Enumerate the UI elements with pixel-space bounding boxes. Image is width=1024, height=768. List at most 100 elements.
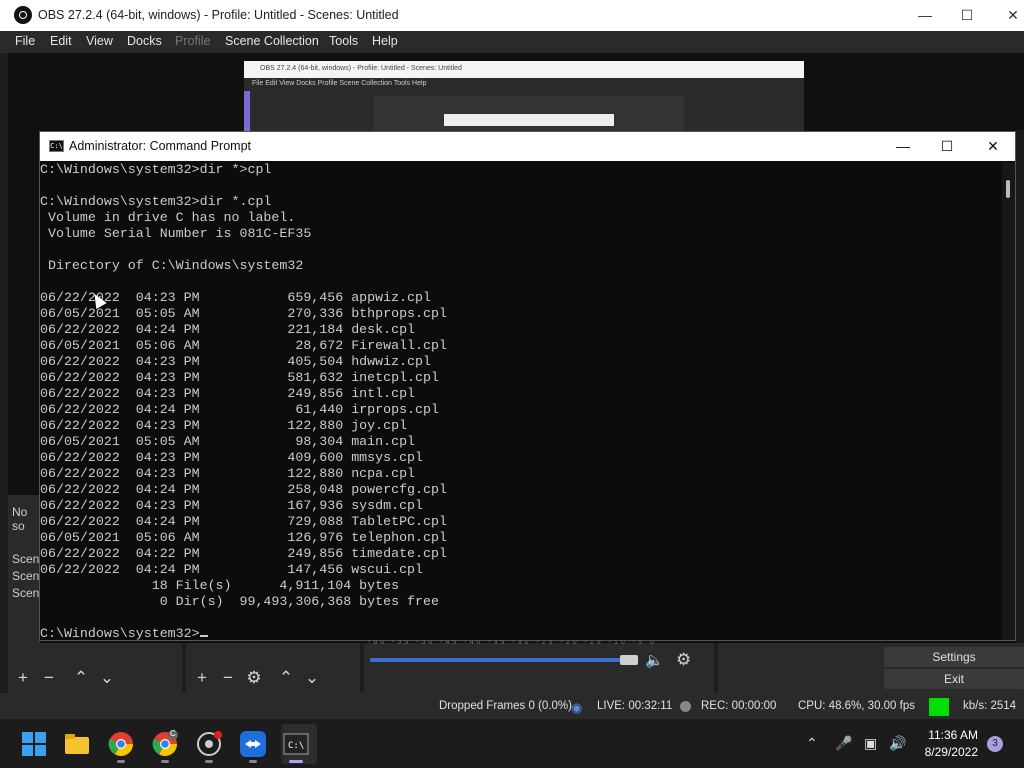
console-line: 06/05/2021 05:05 AM 270,336 bthprops.cpl bbox=[40, 306, 447, 321]
live-timer: LIVE: 00:32:11 bbox=[597, 700, 673, 712]
console-line: 06/22/2022 04:22 PM 249,856 timedate.cpl bbox=[40, 546, 447, 561]
preview-titlebar: OBS 27.2.4 (64-bit, windows) - Profile: … bbox=[244, 61, 804, 78]
cmd-close-button[interactable]: ✕ bbox=[970, 132, 1016, 161]
menu-docks[interactable]: Docks bbox=[127, 34, 162, 48]
profile-badge: C bbox=[170, 729, 176, 738]
no-source-text: No so bbox=[12, 505, 28, 533]
settings-button[interactable]: Settings bbox=[884, 647, 1024, 667]
tray-overflow-icon[interactable]: ⌃ bbox=[806, 735, 818, 752]
clock-time[interactable]: 11:36 AM bbox=[922, 728, 978, 742]
add-scene-button[interactable]: + bbox=[12, 668, 34, 688]
remove-source-button[interactable]: − bbox=[217, 668, 239, 688]
cmd-window-title: Administrator: Command Prompt bbox=[69, 139, 252, 153]
console-line: 0 Dir(s) 99,493,306,368 bytes free bbox=[40, 594, 439, 609]
console-line: 18 File(s) 4,911,104 bytes bbox=[40, 578, 400, 593]
sources-panel-edge: No so Scen Scen Scen bbox=[8, 495, 40, 643]
console-prompt[interactable]: C:\Windows\system32> bbox=[40, 626, 1000, 640]
preview-menu-text: File Edit View Docks Profile Scene Colle… bbox=[252, 80, 427, 87]
console-line: 06/22/2022 04:23 PM 581,632 inetcpl.cpl bbox=[40, 370, 439, 385]
close-button[interactable]: ✕ bbox=[990, 0, 1024, 31]
cmd-titlebar[interactable]: C:\ Administrator: Command Prompt — ☐ ✕ bbox=[40, 132, 1015, 161]
source-up-icon[interactable]: ⌃ bbox=[275, 668, 297, 688]
taskbar-indicator-active bbox=[289, 760, 303, 763]
dropped-frames: Dropped Frames 0 (0.0%) bbox=[439, 700, 572, 712]
console-line: 06/22/2022 04:24 PM 258,048 powercfg.cpl bbox=[40, 482, 447, 497]
console-line: Volume Serial Number is 081C-EF35 bbox=[40, 226, 312, 241]
teamviewer-icon[interactable] bbox=[239, 730, 267, 758]
menu-scene-collection[interactable]: Scene Collection bbox=[225, 34, 319, 48]
clock-date[interactable]: 8/29/2022 bbox=[912, 745, 978, 759]
start-icon[interactable] bbox=[20, 730, 48, 758]
source-settings-gear-icon[interactable]: ⚙ bbox=[243, 668, 265, 688]
console-line: 06/22/2022 04:24 PM 729,088 TabletPC.cpl bbox=[40, 514, 447, 529]
rec-timer: REC: 00:00:00 bbox=[701, 700, 777, 712]
taskbar-indicator bbox=[117, 760, 125, 763]
add-source-button[interactable]: + bbox=[191, 668, 213, 688]
volume-slider[interactable] bbox=[370, 658, 638, 662]
obs-logo-icon bbox=[14, 6, 32, 24]
console-line: 06/22/2022 04:23 PM 659,456 appwiz.cpl bbox=[40, 290, 431, 305]
scene-item[interactable]: Scen bbox=[12, 586, 39, 600]
obs-statusbar: Dropped Frames 0 (0.0%) LIVE: 00:32:11 R… bbox=[0, 693, 1024, 719]
preview-inner-bar bbox=[444, 114, 614, 126]
move-down-icon[interactable]: ⌄ bbox=[96, 668, 118, 688]
text-cursor bbox=[199, 635, 208, 637]
console-line: 06/22/2022 04:24 PM 61,440 irprops.cpl bbox=[40, 402, 439, 417]
muted-speaker-icon[interactable]: 🔈 bbox=[645, 651, 669, 669]
network-icon[interactable]: ▣ bbox=[864, 735, 877, 752]
console-line: 06/05/2021 05:06 AM 126,976 telephon.cpl bbox=[40, 530, 447, 545]
console-output[interactable]: C:\Windows\system32>dir *>cpl C:\Windows\… bbox=[40, 162, 1000, 640]
prompt-text: C:\Windows\system32> bbox=[40, 626, 200, 640]
microphone-icon[interactable]: 🎤 bbox=[835, 735, 852, 752]
minimize-button[interactable]: — bbox=[902, 0, 948, 31]
cpu-fps: CPU: 48.6%, 30.00 fps bbox=[798, 700, 915, 712]
console-line: 06/22/2022 04:23 PM 167,936 sysdm.cpl bbox=[40, 498, 424, 513]
console-line: 06/05/2021 05:05 AM 98,304 main.cpl bbox=[40, 434, 416, 449]
menu-view[interactable]: View bbox=[86, 34, 113, 48]
mixer-gear-icon[interactable]: ⚙ bbox=[676, 650, 691, 670]
command-prompt-window[interactable]: C:\ Administrator: Command Prompt — ☐ ✕ … bbox=[39, 131, 1016, 641]
obs-window-title: OBS 27.2.4 (64-bit, windows) - Profile: … bbox=[38, 8, 399, 22]
cmd-maximize-button[interactable]: ☐ bbox=[924, 132, 970, 161]
menu-profile[interactable]: Profile bbox=[175, 34, 210, 48]
remove-scene-button[interactable]: − bbox=[38, 668, 60, 688]
obs-titlebar: OBS 27.2.4 (64-bit, windows) - Profile: … bbox=[0, 0, 1024, 32]
menu-tools[interactable]: Tools bbox=[329, 34, 358, 48]
notification-badge[interactable]: 3 bbox=[987, 736, 1003, 752]
bitrate: kb/s: 2514 bbox=[963, 700, 1017, 712]
cmd-scroll-thumb[interactable] bbox=[1006, 180, 1010, 198]
preview-menubar: File Edit View Docks Profile Scene Colle… bbox=[244, 78, 804, 91]
volume-slider-handle[interactable] bbox=[620, 655, 638, 665]
volume-icon[interactable]: 🔊 bbox=[889, 735, 906, 752]
console-line: 06/05/2021 05:06 AM 28,672 Firewall.cpl bbox=[40, 338, 447, 353]
obs-menubar: File Edit View Docks Profile Scene Colle… bbox=[0, 31, 1024, 53]
right-panel-edge bbox=[1016, 130, 1024, 643]
exit-button[interactable]: Exit bbox=[884, 669, 1024, 689]
move-up-icon[interactable]: ⌃ bbox=[70, 668, 92, 688]
file-explorer-icon[interactable] bbox=[63, 730, 91, 758]
source-down-icon[interactable]: ⌄ bbox=[301, 668, 323, 688]
console-line: 06/22/2022 04:24 PM 147,456 wscui.cpl bbox=[40, 562, 424, 577]
console-line: 06/22/2022 04:24 PM 221,184 desk.cpl bbox=[40, 322, 416, 337]
taskbar-indicator bbox=[249, 760, 257, 763]
console-line: 06/22/2022 04:23 PM 409,600 mmsys.cpl bbox=[40, 450, 424, 465]
taskbar-indicator bbox=[205, 760, 213, 763]
active-app-highlight bbox=[281, 724, 317, 764]
scene-item[interactable]: Scen bbox=[12, 552, 39, 566]
obs-icon[interactable] bbox=[195, 730, 223, 758]
chrome-icon[interactable] bbox=[107, 730, 135, 758]
maximize-button[interactable]: ☐ bbox=[944, 0, 990, 31]
scene-item[interactable]: Scen bbox=[12, 569, 39, 583]
menu-file[interactable]: File bbox=[15, 34, 35, 48]
cmd-scrollbar[interactable] bbox=[1002, 162, 1015, 640]
taskbar-indicator bbox=[161, 760, 169, 763]
cmd-minimize-button[interactable]: — bbox=[880, 132, 926, 161]
stream-health-indicator bbox=[929, 698, 949, 716]
menu-help[interactable]: Help bbox=[372, 34, 398, 48]
rec-indicator-icon bbox=[680, 701, 691, 712]
menu-edit[interactable]: Edit bbox=[50, 34, 72, 48]
